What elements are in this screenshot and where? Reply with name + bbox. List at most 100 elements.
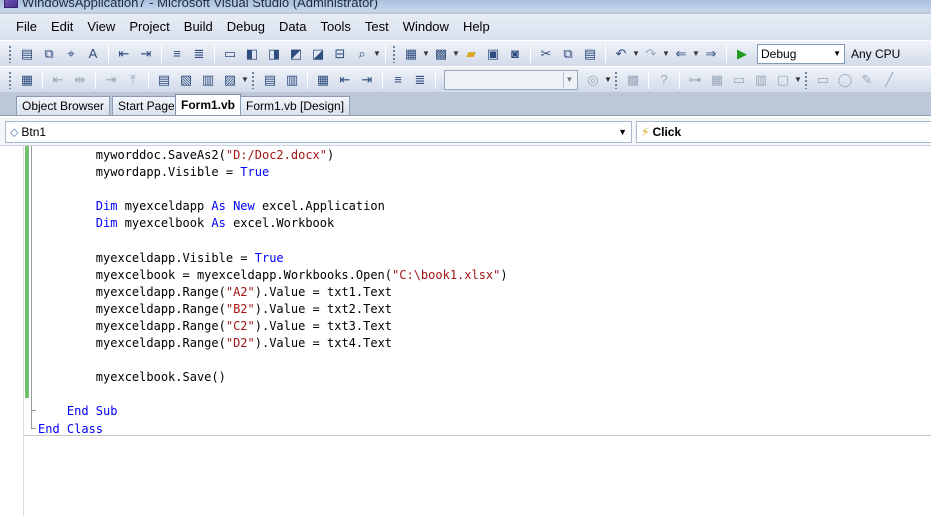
code-line[interactable]: Dim myexcelbook As excel.Workbook [38,215,508,232]
toolbox-icon[interactable]: ▥ [198,70,218,90]
comment-out-icon[interactable]: ≡ [167,44,187,64]
navigate-backward-dropdown-icon[interactable]: ▼ [692,44,700,64]
open-file-icon[interactable]: ▰ [461,44,481,64]
bookmark-next-icon[interactable]: ◨ [264,44,284,64]
align-centers-icon[interactable]: ⇹ [70,70,90,90]
find-combo[interactable]: ▼ [444,69,578,90]
rectangle-icon[interactable]: ▭ [813,70,833,90]
line-icon[interactable]: ╱ [879,70,899,90]
code-line[interactable] [38,386,508,403]
code-line[interactable]: myexceldapp.Visible = True [38,250,508,267]
undo-icon[interactable]: ↶ [611,44,631,64]
toolbar-grip[interactable] [251,70,255,89]
decrease-indent-icon[interactable]: ⇤ [114,44,134,64]
uncomment-selection-icon[interactable]: ≣ [410,70,430,90]
menu-view[interactable]: View [80,14,122,40]
event-combo[interactable]: ⚡ Click [636,121,931,143]
menu-test[interactable]: Test [358,14,396,40]
menu-build[interactable]: Build [177,14,220,40]
toolbar-grip[interactable] [614,70,618,89]
find-in-files-icon[interactable]: ◎ [583,70,603,90]
grid-icon[interactable]: ▦ [707,70,727,90]
frame-icon[interactable]: ▢ [773,70,793,90]
start-debugging-icon[interactable]: ▶ [732,44,752,64]
code-line[interactable] [38,181,508,198]
new-project-icon[interactable]: ▦ [401,44,421,64]
tab-form1-vb[interactable]: Form1.vb [175,94,242,116]
code-line[interactable]: End Sub [38,403,508,420]
connector-icon[interactable]: ⊶ [685,70,705,90]
toolbar-grip[interactable] [392,44,396,63]
bookmark-next-folder-icon[interactable]: ◪ [308,44,328,64]
code-line[interactable]: myexceldapp.Range("D2").Value = txt4.Tex… [38,335,508,352]
bookmark-prev-folder-icon[interactable]: ◩ [286,44,306,64]
save-all-icon[interactable]: ◙ [505,44,525,64]
menu-window[interactable]: Window [396,14,456,40]
toolbar-grip[interactable] [8,70,12,89]
server-explorer-icon[interactable]: ▨ [220,70,240,90]
class-view-icon[interactable]: ▤ [154,70,174,90]
redo-dropdown-icon[interactable]: ▼ [662,44,670,64]
tab-start-page[interactable]: Start Page [112,96,181,116]
ellipse-icon[interactable]: ◯ [835,70,855,90]
find-icon[interactable]: ⌕ [352,44,372,64]
add-item-dropdown-icon[interactable]: ▼ [452,44,460,64]
parameter-info-icon[interactable]: ⧉ [39,44,59,64]
display-word-completion-icon[interactable]: ⇤ [335,70,355,90]
outdent-icon[interactable]: ⇥ [357,70,377,90]
sql-editor-icon[interactable]: ▩ [623,70,643,90]
html-icon[interactable]: ▥ [751,70,771,90]
copy-icon[interactable]: ⧉ [558,44,578,64]
cut-icon[interactable]: ✂ [536,44,556,64]
object-browser-icon[interactable]: ▧ [176,70,196,90]
solution-configuration-select[interactable]: Debug ▼ [757,43,845,64]
bookmark-prev-icon[interactable]: ◧ [242,44,262,64]
bookmark-toggle-icon[interactable]: ▭ [220,44,240,64]
align-rights-icon[interactable]: ⇥ [101,70,121,90]
menu-debug[interactable]: Debug [220,14,272,40]
bookmark-clear-icon[interactable]: ⊟ [330,44,350,64]
toolbar-grip[interactable] [804,70,808,89]
pencil-icon[interactable]: ✎ [857,70,877,90]
align-tops-icon[interactable]: ⤒ [123,70,143,90]
code-line[interactable] [38,232,508,249]
navigate-backward-icon[interactable]: ⇐ [671,44,691,64]
menu-project[interactable]: Project [122,14,176,40]
indicator-margin[interactable] [0,146,24,516]
code-line[interactable]: mywordapp.Visible = True [38,164,508,181]
toolbar-overflow-icon[interactable]: ▼ [794,70,802,90]
increase-indent-icon[interactable]: ⇥ [136,44,156,64]
tab-object-browser[interactable]: Object Browser [16,96,111,116]
undo-dropdown-icon[interactable]: ▼ [632,44,640,64]
code-line[interactable]: myexcelbook.Save() [38,369,508,386]
menu-edit[interactable]: Edit [44,14,80,40]
find-dropdown-icon[interactable]: ▼ [604,70,612,90]
help-icon[interactable]: ? [654,70,674,90]
tab-form1-design[interactable]: Form1.vb [Design] [240,96,351,116]
code-line[interactable]: End Class [38,421,508,438]
complete-word-icon[interactable]: A [83,44,103,64]
display-quick-info-icon[interactable]: ▦ [313,70,333,90]
display-object-member-list-icon[interactable]: ▤ [260,70,280,90]
code-line[interactable] [38,352,508,369]
code-line[interactable]: myexceldapp.Range("C2").Value = txt3.Tex… [38,318,508,335]
new-project-dropdown-icon[interactable]: ▼ [422,44,430,64]
comment-selection-icon[interactable]: ≡ [388,70,408,90]
code-line[interactable]: myexceldapp.Range("B2").Value = txt2.Tex… [38,301,508,318]
list-members-icon[interactable]: ▤ [17,44,37,64]
code-text[interactable]: myworddoc.SaveAs2("D:/Doc2.docx") myword… [38,147,508,438]
toolbar-overflow-icon[interactable]: ▼ [373,44,381,64]
navigate-forward-icon[interactable]: ⇒ [701,44,721,64]
code-line[interactable]: myexceldapp.Range("A2").Value = txt1.Tex… [38,284,508,301]
align-lefts-icon[interactable]: ⇤ [48,70,68,90]
properties-icon[interactable]: ▦ [17,70,37,90]
redo-icon[interactable]: ↷ [641,44,661,64]
uncomment-icon[interactable]: ≣ [189,44,209,64]
menu-file[interactable]: File [9,14,44,40]
solution-platform-value[interactable]: Any CPU [851,47,900,61]
add-item-icon[interactable]: ▩ [431,44,451,64]
code-editor[interactable]: myworddoc.SaveAs2("D:/Doc2.docx") myword… [0,146,931,516]
menu-help[interactable]: Help [456,14,497,40]
toolbar-overflow-icon[interactable]: ▼ [241,70,249,90]
object-combo[interactable]: ⬦ Btn1 ▼ [5,121,632,143]
